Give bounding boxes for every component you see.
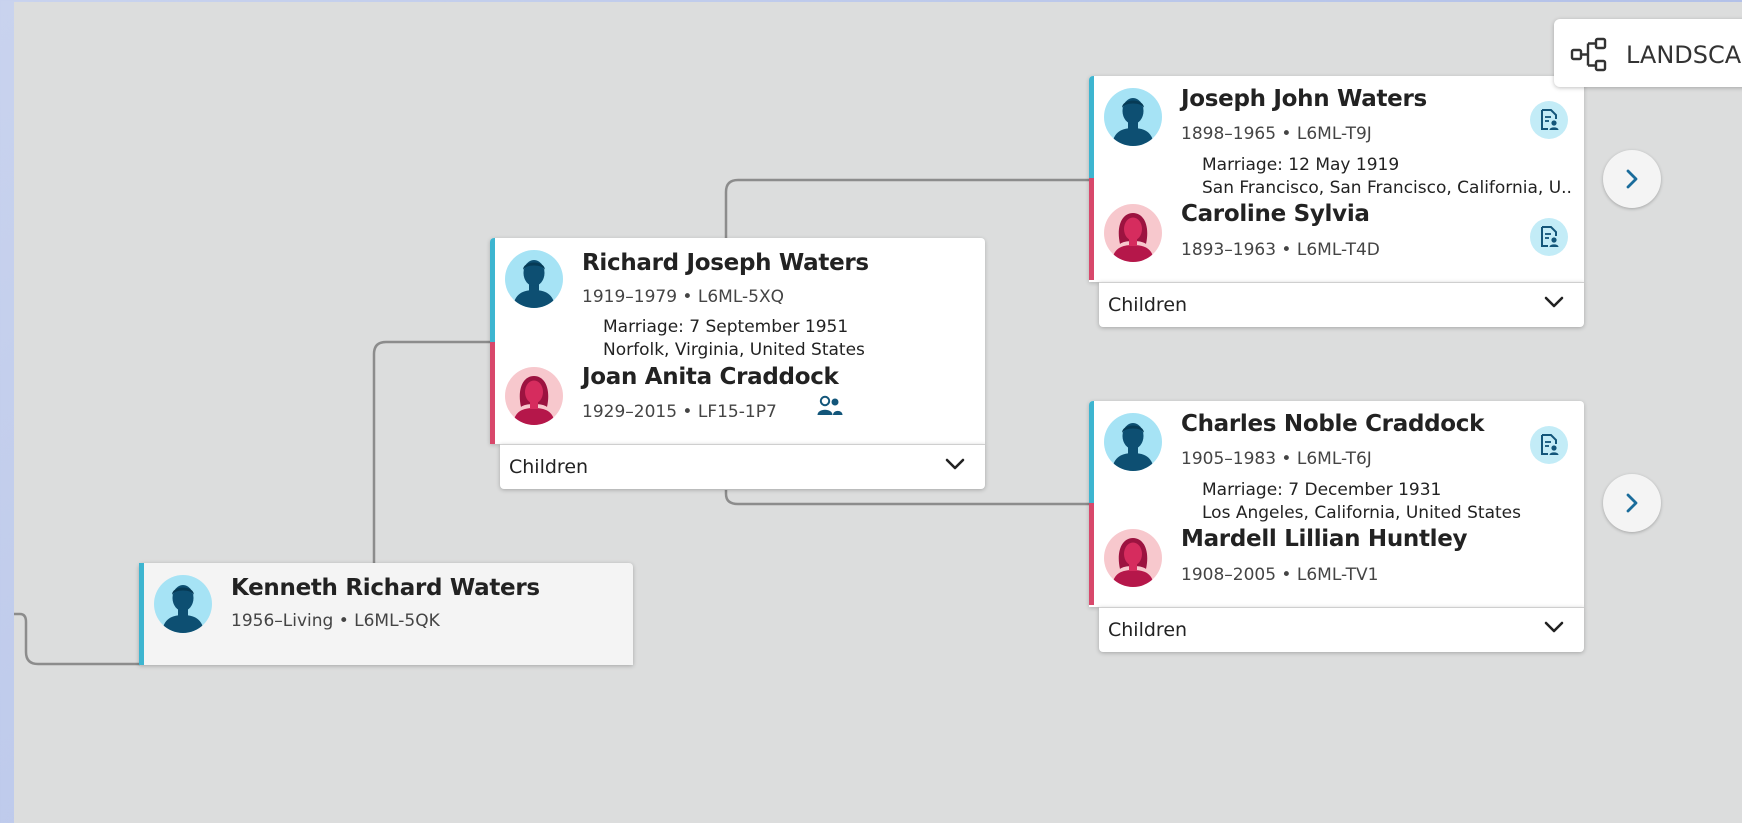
record-hints-button[interactable] bbox=[1530, 218, 1568, 256]
parents-couple-card: Richard Joseph Waters 1919–1979 • L6ML-5… bbox=[490, 238, 985, 444]
children-label: Children bbox=[509, 456, 589, 478]
chevron-down-icon bbox=[945, 458, 965, 470]
chevron-right-icon bbox=[1626, 493, 1638, 513]
male-avatar-icon bbox=[154, 575, 212, 633]
chevron-right-icon bbox=[1626, 169, 1638, 189]
marriage-place: Norfolk, Virginia, United States bbox=[603, 340, 865, 360]
wife-name[interactable]: Caroline Sylvia bbox=[1181, 201, 1370, 227]
male-avatar-icon bbox=[1104, 413, 1162, 471]
male-indicator-bar bbox=[490, 238, 495, 342]
record-hint-icon bbox=[1537, 433, 1561, 457]
children-label: Children bbox=[1108, 619, 1188, 641]
maternal-grandparents-card: Charles Noble Craddock 1905–1983 • L6ML-… bbox=[1089, 401, 1584, 607]
wife-lifespan-id: 1929–2015 • LF15-1P7 bbox=[582, 402, 777, 422]
female-indicator-bar bbox=[1089, 503, 1094, 605]
wife-lifespan-id: 1908–2005 • L6ML-TV1 bbox=[1181, 565, 1379, 585]
maternal-children-dropdown[interactable]: Children bbox=[1099, 607, 1584, 652]
paternal-children-dropdown[interactable]: Children bbox=[1099, 282, 1584, 327]
expand-paternal-ancestors-button[interactable] bbox=[1603, 150, 1661, 208]
husband-name[interactable]: Joseph John Waters bbox=[1181, 86, 1427, 112]
marriage-info: Marriage: 7 September 1951 Norfolk, Virg… bbox=[603, 316, 973, 362]
male-indicator-bar bbox=[139, 563, 144, 665]
landscape-view-button[interactable]: LANDSCAPE bbox=[1554, 19, 1742, 87]
male-indicator-bar bbox=[1089, 401, 1094, 503]
male-avatar-icon bbox=[1104, 88, 1162, 146]
expand-maternal-ancestors-button[interactable] bbox=[1603, 474, 1661, 532]
husband-name[interactable]: Richard Joseph Waters bbox=[582, 250, 869, 276]
marriage-place: San Francisco, San Francisco, California… bbox=[1202, 178, 1572, 198]
record-hints-button[interactable] bbox=[1530, 426, 1568, 464]
children-label: Children bbox=[1108, 294, 1188, 316]
chevron-down-icon bbox=[1544, 296, 1564, 308]
record-hint-icon bbox=[1537, 225, 1561, 249]
wife-name[interactable]: Mardell Lillian Huntley bbox=[1181, 526, 1468, 552]
husband-lifespan-id: 1905–1983 • L6ML-T6J bbox=[1181, 449, 1372, 469]
focus-person-card[interactable]: Kenneth Richard Waters 1956–Living • L6M… bbox=[139, 563, 633, 665]
male-avatar-icon bbox=[505, 250, 563, 308]
wife-lifespan-id: 1893–1963 • L6ML-T4D bbox=[1181, 240, 1380, 260]
marriage-date: Marriage: 12 May 1919 bbox=[1202, 155, 1400, 175]
person-lifespan-id: 1956–Living • L6ML-5QK bbox=[231, 611, 440, 631]
marriage-place: Los Angeles, California, United States bbox=[1202, 503, 1521, 523]
record-hints-button[interactable] bbox=[1530, 101, 1568, 139]
wife-name[interactable]: Joan Anita Craddock bbox=[582, 364, 839, 390]
husband-name[interactable]: Charles Noble Craddock bbox=[1181, 411, 1484, 437]
marriage-info: Marriage: 12 May 1919 San Francisco, San… bbox=[1202, 154, 1572, 200]
relationship-people-icon[interactable] bbox=[816, 394, 844, 423]
marriage-date: Marriage: 7 December 1931 bbox=[1202, 480, 1442, 500]
person-name[interactable]: Kenneth Richard Waters bbox=[231, 575, 540, 601]
chevron-down-icon bbox=[1544, 621, 1564, 633]
parents-children-dropdown[interactable]: Children bbox=[500, 444, 985, 489]
female-avatar-icon bbox=[505, 367, 563, 425]
paternal-grandparents-card: Joseph John Waters 1898–1965 • L6ML-T9J … bbox=[1089, 76, 1584, 282]
husband-lifespan-id: 1898–1965 • L6ML-T9J bbox=[1181, 124, 1372, 144]
female-avatar-icon bbox=[1104, 529, 1162, 587]
husband-lifespan-id: 1919–1979 • L6ML-5XQ bbox=[582, 287, 784, 307]
landscape-label: LANDSCAPE bbox=[1626, 41, 1742, 69]
male-indicator-bar bbox=[1089, 76, 1094, 178]
female-avatar-icon bbox=[1104, 204, 1162, 262]
female-indicator-bar bbox=[490, 342, 495, 444]
record-hint-icon bbox=[1537, 108, 1561, 132]
female-indicator-bar bbox=[1089, 178, 1094, 280]
marriage-date: Marriage: 7 September 1951 bbox=[603, 317, 849, 337]
marriage-info: Marriage: 7 December 1931 Los Angeles, C… bbox=[1202, 479, 1572, 525]
landscape-tree-icon bbox=[1570, 37, 1607, 72]
